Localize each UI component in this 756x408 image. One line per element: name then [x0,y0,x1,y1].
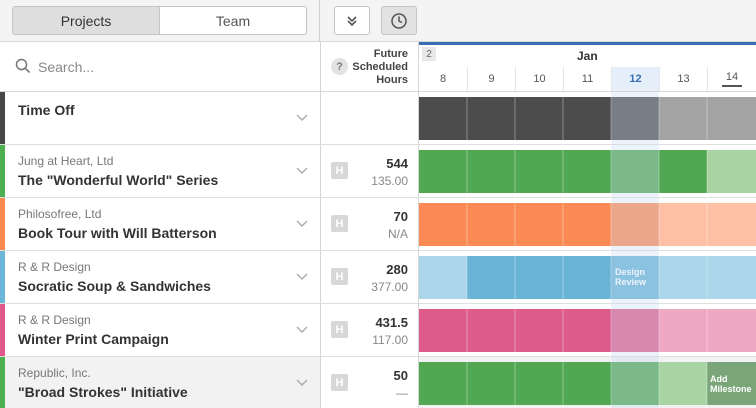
budget-hours: N/A [387,227,408,241]
client-name: R & R Design [18,313,91,327]
scheduled-hours: 544 [386,156,408,171]
scheduled-hours: 431.5 [375,315,408,330]
project-title: Winter Print Campaign [18,331,169,347]
day-11[interactable]: 11 [563,67,611,91]
hours-cell: H 50 — [320,357,419,408]
day-12-today[interactable]: 12 [611,67,659,91]
row-color-stripe [0,92,5,144]
search-bar [0,42,320,92]
clock-icon [391,12,407,29]
day-14[interactable]: 14 [707,67,756,91]
day-8[interactable]: 8 [419,67,467,91]
double-chevron-down-icon [347,15,357,26]
search-icon [15,58,31,74]
hours-cell: H 544 135.00 [320,145,419,197]
client-name: Jung at Heart, Ltd [18,154,114,168]
day-9[interactable]: 9 [467,67,515,91]
budget-hours: — [396,386,408,400]
view-toggle: Projects Team [12,6,307,35]
tab-projects[interactable]: Projects [13,7,160,34]
hours-cell: H 431.5 117.00 [320,304,419,356]
client-name: R & R Design [18,260,91,274]
week-number-badge: 2 [422,47,436,61]
client-name: Philosofree, Ltd [18,207,102,221]
day-13[interactable]: 13 [659,67,707,91]
timeline-header: 2 Jan 8 9 10 11 12 13 14 [419,42,756,92]
scheduled-hours: 70 [393,209,408,224]
chevron-down-icon[interactable] [296,326,308,334]
budget-hours: 117.00 [372,333,408,347]
row-color-stripe [0,145,5,197]
chevron-down-icon[interactable] [296,220,308,228]
row-color-stripe [0,304,5,356]
hours-column-label: Future Scheduled Hours [352,48,408,86]
project-title: Time Off [18,102,75,118]
budget-hours: 377.00 [371,280,408,294]
hours-badge-icon[interactable]: H [331,215,348,232]
chevron-down-icon[interactable] [296,379,308,387]
chevron-down-icon[interactable] [296,273,308,281]
tab-team[interactable]: Team [160,7,306,34]
collapse-all-button[interactable] [334,6,370,35]
budget-hours: 135.00 [371,174,408,188]
scheduled-hours: 50 [393,368,408,383]
hours-column-header: ? Future Scheduled Hours [320,42,419,92]
hours-badge-icon[interactable]: H [331,374,348,391]
month-label: Jan [577,49,598,63]
row-color-stripe [0,357,5,408]
project-title: "Broad Strokes" Initiative [18,384,188,400]
project-title: The "Wonderful World" Series [18,172,219,188]
chevron-down-icon[interactable] [296,167,308,175]
hours-badge-icon[interactable]: H [331,321,348,338]
row-color-stripe [0,251,5,303]
day-10[interactable]: 10 [515,67,563,91]
hours-badge-icon[interactable]: H [331,268,348,285]
search-input[interactable] [38,56,298,78]
top-toolbar: Projects Team [0,0,756,42]
scheduled-hours: 280 [386,262,408,277]
hours-cell: H 70 N/A [320,198,419,250]
row-color-stripe [0,198,5,250]
hours-cell [320,92,419,144]
hours-badge-icon[interactable]: H [331,162,348,179]
chevron-down-icon[interactable] [296,114,308,122]
client-name: Republic, Inc. [18,366,91,380]
timeline-grid [466,92,708,408]
toolbar-divider [319,0,320,42]
hours-cell: H 280 377.00 [320,251,419,303]
history-button[interactable] [381,6,417,35]
project-title: Book Tour with Will Batterson [18,225,217,241]
project-title: Socratic Soup & Sandwiches [18,278,211,294]
